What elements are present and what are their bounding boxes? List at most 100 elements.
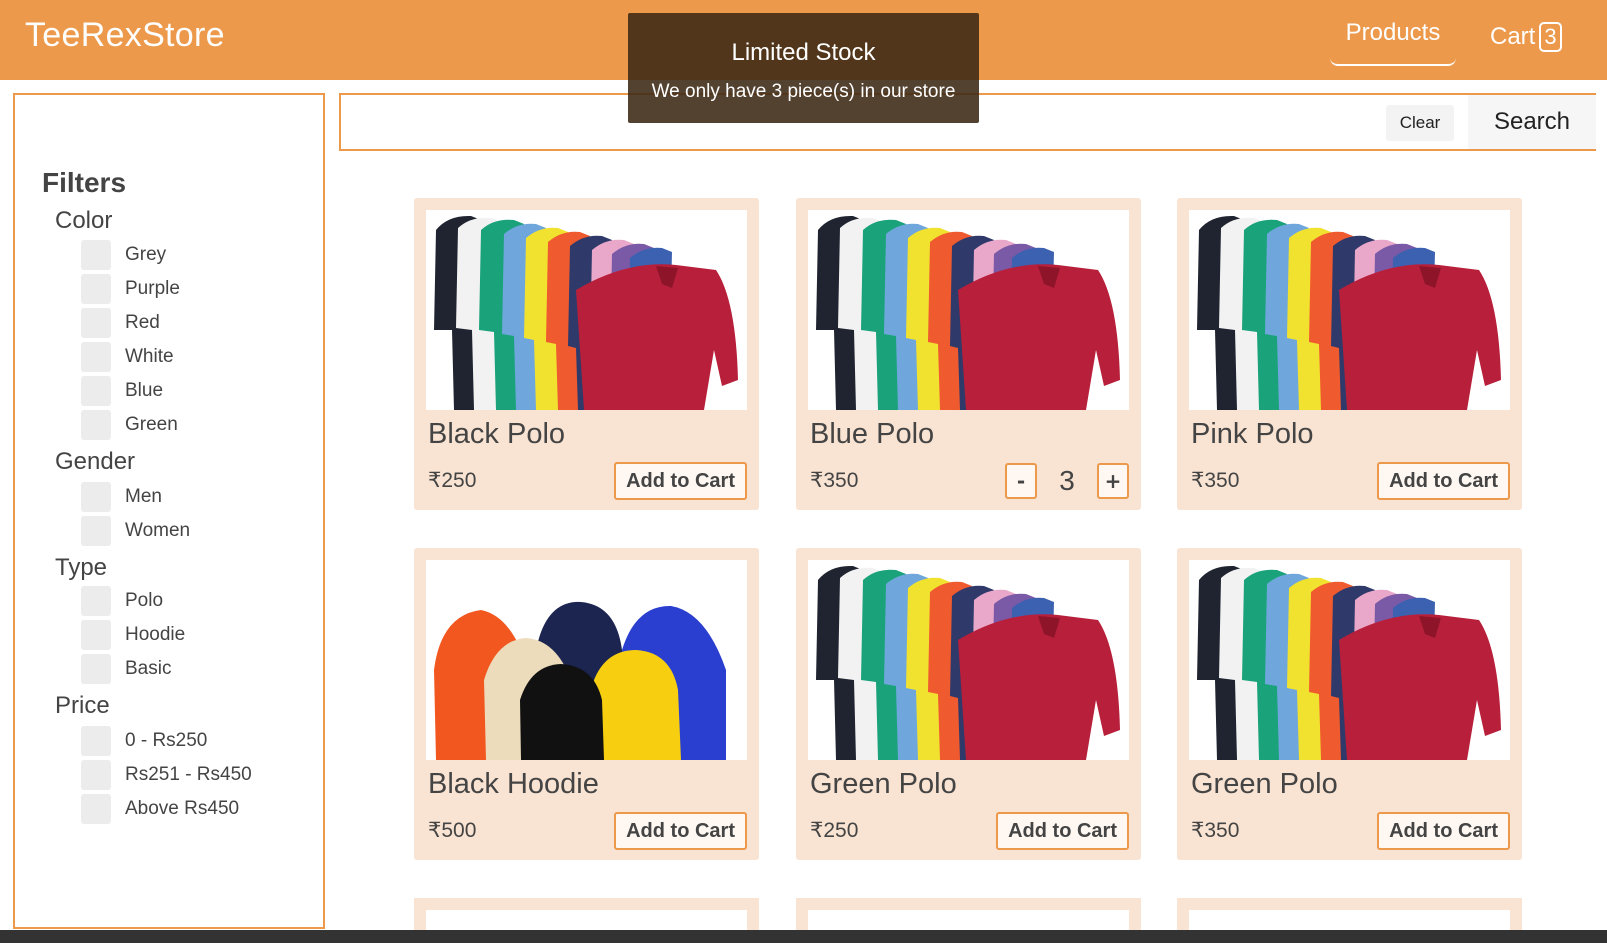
filter-option-basic[interactable]: Basic	[81, 653, 171, 685]
product-name: Pink Polo	[1191, 418, 1314, 450]
product-image	[808, 560, 1129, 760]
decrease-quantity-button[interactable]: -	[1005, 463, 1037, 499]
add-to-cart-button[interactable]: Add to Cart	[614, 462, 747, 500]
product-card: Pink Polo ₹350 Add to Cart	[1177, 198, 1522, 510]
polo-shirts-image	[808, 210, 1129, 410]
filter-option-label: Above Rs450	[125, 798, 240, 819]
product-card: Black Hoodie ₹500 Add to Cart	[414, 548, 759, 860]
toast-message: We only have 3 piece(s) in our store	[651, 81, 956, 102]
product-image	[1189, 560, 1510, 760]
checkbox[interactable]	[81, 620, 111, 650]
filter-group-type-title: Type	[55, 554, 108, 581]
product-name: Black Polo	[428, 418, 566, 450]
add-to-cart-button[interactable]: Add to Cart	[1377, 812, 1510, 850]
checkbox[interactable]	[81, 482, 111, 512]
checkbox[interactable]	[81, 274, 111, 304]
checkbox[interactable]	[81, 342, 111, 372]
filter-option-grey[interactable]: Grey	[81, 239, 166, 271]
filter-option-price-mid[interactable]: Rs251 - Rs450	[81, 759, 252, 791]
add-to-cart-button[interactable]: Add to Cart	[614, 812, 747, 850]
filter-group-color-title: Color	[55, 207, 113, 234]
filter-option-label: Hoodie	[125, 624, 186, 645]
product-card: Blue Polo ₹350 - 3 +	[796, 198, 1141, 510]
product-price: ₹250	[810, 819, 859, 842]
filter-option-purple[interactable]: Purple	[81, 273, 180, 305]
filter-option-label: Purple	[125, 278, 180, 299]
clear-button[interactable]: Clear	[1386, 105, 1454, 141]
filter-group-price-title: Price	[55, 692, 110, 719]
filter-option-label: Men	[125, 486, 162, 507]
filter-option-green[interactable]: Green	[81, 409, 178, 441]
filter-option-label: Rs251 - Rs450	[125, 764, 252, 785]
filters-title: Filters	[42, 167, 127, 198]
hoodies-image	[426, 560, 747, 760]
product-price: ₹350	[1191, 469, 1240, 492]
product-image-partial	[426, 910, 747, 930]
window-bottom-edge	[0, 930, 1607, 943]
product-price: ₹250	[428, 469, 477, 492]
checkbox[interactable]	[81, 376, 111, 406]
filter-option-white[interactable]: White	[81, 341, 174, 373]
filter-option-label: Polo	[125, 590, 164, 611]
product-card: Green Polo ₹350 Add to Cart	[1177, 548, 1522, 860]
add-to-cart-button[interactable]: Add to Cart	[1377, 462, 1510, 500]
checkbox[interactable]	[81, 794, 111, 824]
product-image	[808, 210, 1129, 410]
polo-shirts-image	[426, 210, 747, 410]
product-card-partial	[414, 898, 759, 930]
nav-cart-link[interactable]: Cart 3	[1490, 22, 1562, 52]
filter-option-label: Blue	[125, 380, 164, 401]
product-name: Black Hoodie	[428, 768, 599, 800]
product-price: ₹350	[810, 469, 859, 492]
search-button[interactable]: Search	[1468, 95, 1596, 149]
filter-option-label: White	[125, 346, 174, 367]
filter-option-label: Red	[125, 312, 160, 333]
checkbox[interactable]	[81, 726, 111, 756]
brand-logo[interactable]: TeeRexStore	[25, 16, 225, 55]
toast-title: Limited Stock	[731, 39, 876, 66]
product-name: Green Polo	[1191, 768, 1338, 800]
product-card: Green Polo ₹250 Add to Cart	[796, 548, 1141, 860]
filter-group-gender-title: Gender	[55, 448, 136, 475]
checkbox[interactable]	[81, 654, 111, 684]
nav-cart-label: Cart	[1490, 23, 1536, 50]
product-card: Black Polo ₹250 Add to Cart	[414, 198, 759, 510]
filter-option-hoodie[interactable]: Hoodie	[81, 619, 185, 651]
filter-option-label: Women	[125, 520, 191, 541]
filter-option-label: 0 - Rs250	[125, 730, 208, 751]
checkbox[interactable]	[81, 586, 111, 616]
checkbox[interactable]	[81, 308, 111, 338]
product-image	[1189, 210, 1510, 410]
checkbox[interactable]	[81, 240, 111, 270]
quantity-stepper: - 3 +	[1005, 462, 1129, 500]
nav-products-link[interactable]: Products	[1330, 12, 1456, 66]
filter-option-polo[interactable]: Polo	[81, 585, 163, 617]
filter-option-women[interactable]: Women	[81, 515, 190, 547]
increase-quantity-button[interactable]: +	[1097, 463, 1129, 499]
filter-option-blue[interactable]: Blue	[81, 375, 163, 407]
add-to-cart-button[interactable]: Add to Cart	[996, 812, 1129, 850]
filter-option-men[interactable]: Men	[81, 481, 162, 513]
product-name: Blue Polo	[810, 418, 935, 450]
quantity-value: 3	[1059, 465, 1075, 496]
filter-option-label: Grey	[125, 244, 167, 265]
polo-shirts-image	[808, 560, 1129, 760]
product-card-partial	[1177, 898, 1522, 930]
product-price: ₹500	[428, 819, 477, 842]
product-image-partial	[808, 910, 1129, 930]
filter-option-label: Green	[125, 414, 178, 435]
filter-option-red[interactable]: Red	[81, 307, 160, 339]
filters-sidebar: Filters Color Grey Purple Red White Blue…	[13, 93, 325, 929]
checkbox[interactable]	[81, 760, 111, 790]
product-name: Green Polo	[810, 768, 957, 800]
filter-option-label: Basic	[125, 658, 172, 679]
limited-stock-toast: Limited Stock We only have 3 piece(s) in…	[628, 13, 979, 123]
product-price: ₹350	[1191, 819, 1240, 842]
polo-shirts-image	[1189, 210, 1510, 410]
product-card-partial	[796, 898, 1141, 930]
checkbox[interactable]	[81, 410, 111, 440]
filter-option-price-low[interactable]: 0 - Rs250	[81, 725, 207, 757]
checkbox[interactable]	[81, 516, 111, 546]
filter-option-price-high[interactable]: Above Rs450	[81, 793, 239, 825]
product-image-partial	[1189, 910, 1510, 930]
